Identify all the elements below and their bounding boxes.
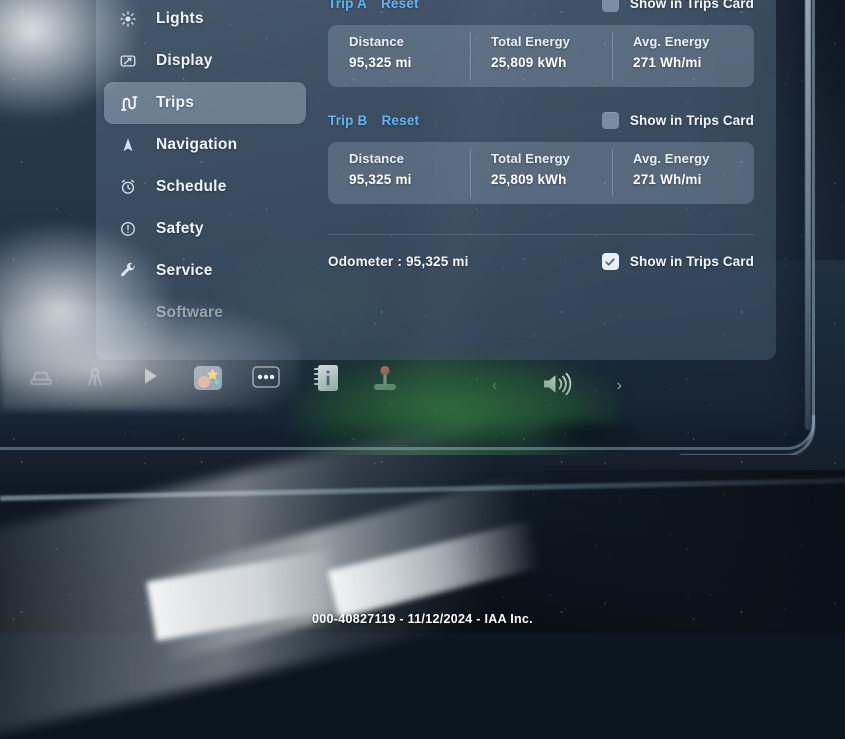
auction-watermark: 000-40827119 - 11/12/2024 - IAA Inc. xyxy=(312,612,533,626)
windshield-dirt-speckle xyxy=(0,0,845,633)
